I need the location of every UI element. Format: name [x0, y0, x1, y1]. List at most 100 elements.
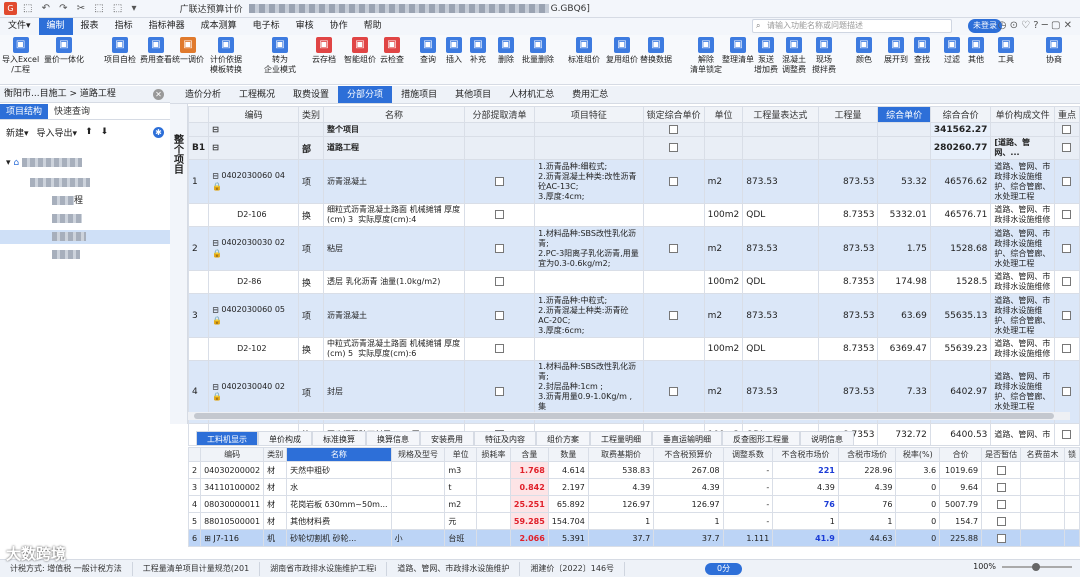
grid-column-header[interactable]: 综合单价	[877, 106, 931, 123]
settings-icon[interactable]: ✱	[153, 126, 164, 138]
tab-detail[interactable]: 特征及内容	[474, 431, 536, 445]
estimate-checkbox[interactable]	[996, 533, 1006, 543]
resource-row[interactable]: 6 ⊞ J7-116 机砂轮切割机 砂轮... 小台班 2.066 5.391 37.7 37…	[187, 529, 1080, 547]
resource-column-header[interactable]: 不含税市场价	[772, 447, 839, 462]
ribbon-button[interactable]: ▣ 混凝土 调整费	[782, 37, 806, 75]
move-down-icon[interactable]: ⬇	[101, 127, 109, 137]
function-search-input[interactable]: ⌕ 请输入功能名称或问题描述	[752, 19, 952, 33]
tab-quick-query[interactable]: 快速查询	[48, 104, 96, 119]
lock-price-cell[interactable]	[642, 226, 705, 271]
extract-checkbox-cell[interactable]	[463, 136, 536, 160]
key-checkbox[interactable]	[1062, 310, 1072, 320]
estimate-checkbox[interactable]	[996, 482, 1006, 492]
extract-checkbox-cell[interactable]	[463, 159, 536, 204]
tab-detail[interactable]: 单价构成	[258, 431, 312, 445]
expand-toggle-icon[interactable]: ⊟	[212, 143, 219, 152]
grid-column-header[interactable]	[187, 106, 210, 123]
resource-column-header[interactable]: 数量	[547, 447, 589, 462]
key-checkbox[interactable]	[1062, 243, 1072, 253]
grid-column-header[interactable]: 单价构成文件	[990, 106, 1055, 123]
resource-row[interactable]: 3 34110100002 材水 t 0.842 2.197 4.39 4.39-4.39 4.…	[187, 478, 1080, 496]
estimate-cell[interactable]	[981, 478, 1022, 496]
name-cell[interactable]: 道路工程	[323, 136, 465, 160]
grid-row[interactable]: B1 ⊟ 部道路工程 280260.77 [道路、管网、...	[187, 136, 1080, 160]
key-cell[interactable]	[1053, 337, 1080, 361]
name-cell[interactable]: 沥青混凝土	[323, 293, 465, 338]
grid-column-header[interactable]: 项目特征	[534, 106, 644, 123]
zoom-slider[interactable]	[1002, 562, 1072, 571]
ribbon-button[interactable]: ▣ 整理清单	[722, 37, 754, 65]
grid-column-header[interactable]: 分部提取清单	[463, 106, 536, 123]
move-up-icon[interactable]: ⬆	[85, 127, 93, 137]
grid-column-header[interactable]: 单位	[703, 106, 744, 123]
resource-column-header[interactable]: 锁	[1063, 447, 1080, 462]
key-cell[interactable]	[1053, 136, 1080, 160]
name-cell[interactable]: 沥青混凝土	[323, 159, 465, 204]
key-cell[interactable]	[1053, 226, 1080, 271]
row-checkbox[interactable]	[669, 143, 679, 152]
key-cell[interactable]	[1053, 270, 1080, 294]
ribbon-button[interactable]: ▣ 转为 企业模式	[264, 37, 296, 75]
menu-file[interactable]: 文件▾	[0, 18, 39, 35]
ribbon-button[interactable]: ▣ 复用组价	[606, 37, 638, 65]
name-cell[interactable]: 粘层	[323, 226, 465, 271]
expand-toggle-icon[interactable]: ⊟	[212, 125, 219, 134]
lock-price-cell[interactable]	[642, 159, 705, 204]
import-export-button[interactable]: 导入导出▾	[37, 126, 78, 139]
grid-column-header[interactable]: 重点	[1053, 106, 1080, 123]
menu-e-bid[interactable]: 电子标	[245, 18, 288, 35]
zoom-knob[interactable]	[1032, 562, 1040, 571]
lock-price-cell[interactable]	[642, 337, 705, 361]
code-cell[interactable]: ⊟ 0402030060 05 🔒	[208, 293, 300, 338]
estimate-cell[interactable]	[981, 495, 1022, 513]
resource-column-header[interactable]: 取费基期价	[587, 447, 655, 462]
name-cell[interactable]: 整个项目	[323, 122, 465, 137]
ribbon-button[interactable]: ▣ 导入Excel /工程	[2, 37, 39, 75]
grid-column-header[interactable]: 编码	[208, 106, 300, 123]
key-checkbox[interactable]	[1062, 176, 1072, 186]
grid-row[interactable]: D2-102 换中粒式沥青混凝土路面 机械摊铺 厚度 (cm) 5 实际厚度(cm…	[187, 337, 1080, 361]
grid-column-header[interactable]: 工程量	[817, 106, 879, 123]
tab-main[interactable]: 工程概况	[230, 86, 284, 103]
code-cell[interactable]: ⊟	[208, 136, 300, 160]
code-cell[interactable]: D2-102	[208, 337, 300, 361]
resource-column-header[interactable]: 规格及型号	[390, 447, 446, 462]
tab-detail[interactable]: 工程量明细	[590, 431, 652, 445]
lock-price-cell[interactable]	[642, 122, 705, 137]
resource-column-header[interactable]: 合价	[939, 447, 983, 462]
grid-column-header[interactable]: 工程量表达式	[742, 106, 819, 123]
row-checkbox[interactable]	[495, 210, 505, 219]
estimate-checkbox[interactable]	[996, 516, 1006, 526]
code-cell[interactable]: ⊟	[208, 122, 300, 137]
scrollbar-thumb[interactable]	[194, 413, 1054, 419]
name-cell[interactable]: 砂轮切割机 砂轮...	[286, 529, 392, 547]
key-cell[interactable]	[1053, 122, 1080, 137]
menu-edit[interactable]: 编制	[38, 18, 73, 35]
row-checkbox[interactable]	[495, 310, 505, 320]
resource-row[interactable]: 2 04030200002 材天然中粗砂 m3 1.768 4.614 538.83 267.…	[187, 461, 1080, 479]
code-cell[interactable]: ⊟ 0402030060 04 🔒	[208, 159, 300, 204]
ribbon-button[interactable]: ▣ 解除 清单锁定	[690, 37, 722, 75]
row-checkbox[interactable]	[495, 176, 505, 186]
row-checkbox[interactable]	[495, 277, 505, 286]
ribbon-button[interactable]: ▣ 替换数据	[640, 37, 672, 65]
lock-price-cell[interactable]	[642, 136, 705, 160]
key-checkbox[interactable]	[1062, 210, 1072, 219]
ribbon-button[interactable]: ▣ 项目自检	[104, 37, 136, 65]
ribbon-button[interactable]: ▣ 删除	[498, 37, 514, 65]
key-cell[interactable]	[1053, 293, 1080, 338]
tree-node-selected[interactable]	[0, 230, 170, 244]
resource-column-header[interactable]: 名费苗木	[1020, 447, 1065, 462]
window-controls[interactable]: ◷ ⊙ ♡ ? ─ ▢ ✕	[998, 20, 1072, 31]
tab-detail[interactable]: 标准换算	[312, 431, 366, 445]
ribbon-button[interactable]: ▣ 协商	[1046, 37, 1062, 65]
row-checkbox[interactable]	[495, 243, 505, 253]
grid-column-header[interactable]: 综合合价	[929, 106, 992, 123]
menu-index-tool[interactable]: 指标神器	[141, 18, 193, 35]
resource-column-header[interactable]: 税率(%)	[895, 447, 941, 462]
tab-main[interactable]: 取费设置	[284, 86, 338, 103]
tab-detail[interactable]: 说明信息	[800, 431, 854, 445]
ribbon-button[interactable]: ▣ 泵送 增加费	[754, 37, 778, 75]
row-checkbox[interactable]	[669, 124, 679, 134]
grid-row[interactable]: 3 ⊟ 0402030060 05 🔒 项沥青混凝土 1.沥青品种:中粒式; 2.沥青…	[187, 293, 1080, 338]
